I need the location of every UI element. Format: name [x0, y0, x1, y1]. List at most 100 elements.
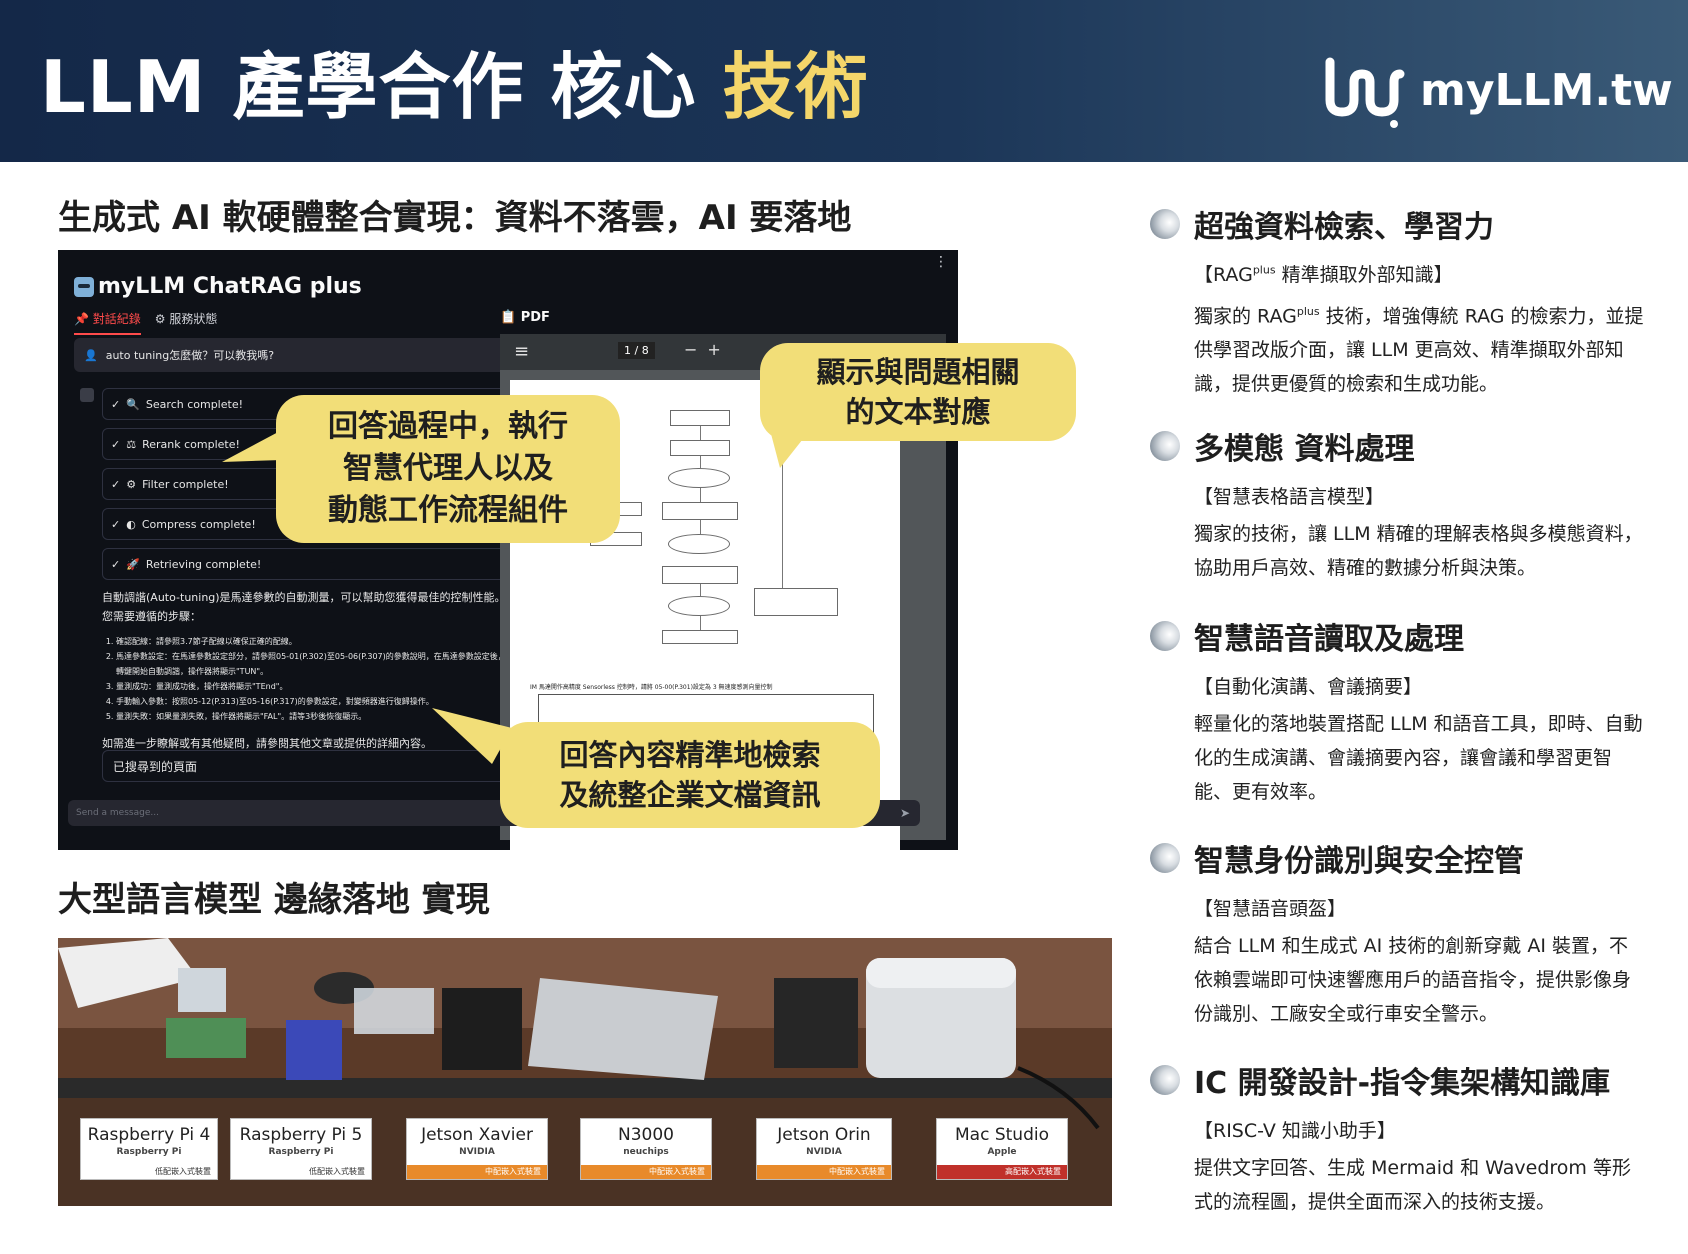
status-compress-text: Compress complete!: [141, 517, 256, 531]
user-message: 👤 auto tuning怎麼做？可以教我嗎?: [74, 338, 544, 372]
device-note: 中配嵌入式裝置: [581, 1165, 711, 1179]
title-accent: 技術: [722, 45, 869, 129]
feature-title: IC 開發設計-指令集架構知識庫: [1194, 1066, 1611, 1101]
feature-description: 結合 LLM 和生成式 AI 技術的創新穿戴 AI 裝置，不依賴雲端即可快速響應…: [1194, 935, 1632, 1025]
flow-decision: [668, 534, 730, 554]
feature-head: 智慧語音讀取及處理: [1150, 614, 1650, 658]
device-name: Jetson Xavier: [421, 1125, 533, 1145]
flow-box: [670, 440, 730, 456]
sphere-bullet-icon: [1150, 209, 1180, 239]
feature-description: 提供文字回答、生成 Mermaid 和 Wavedrom 等形式的流程圖，提供全…: [1194, 1157, 1631, 1213]
feature-rag-retrieval: 超強資料檢索、學習力 【RAGplus 精準擷取外部知識】 獨家的 RAGplu…: [1150, 202, 1650, 401]
page-title: LLM 產學合作 核心 技術: [40, 42, 869, 132]
sphere-bullet-icon: [1150, 621, 1180, 651]
flow-decision: [668, 596, 730, 616]
feature-subtitle: 【智慧語音頭盔】: [1194, 898, 1347, 920]
device-brand: NVIDIA: [806, 1147, 842, 1157]
feature-subtitle: 【自動化演講、會議摘要】: [1194, 676, 1423, 698]
feature-head: 超強資料檢索、學習力: [1150, 202, 1650, 246]
feature-head: 多模態 資料處理: [1150, 424, 1650, 468]
device-note: 高配嵌入式裝置: [937, 1165, 1067, 1179]
label-mac-studio: Mac Studio Apple 高配嵌入式裝置: [936, 1118, 1068, 1180]
flow-box: [662, 502, 738, 520]
filter-icon: ⚙: [126, 477, 137, 491]
rocket-icon: 🚀: [126, 557, 140, 571]
bot-avatar-icon: [80, 388, 94, 402]
more-menu-icon[interactable]: ⋮: [934, 254, 948, 270]
device-brand: neuchips: [623, 1147, 669, 1157]
feature-title: 智慧語音讀取及處理: [1194, 622, 1464, 657]
chat-input-placeholder: Send a message...: [76, 808, 159, 818]
callout-line: 動態工作流程組件: [328, 493, 568, 528]
found-pages-text: 已搜尋到的頁面: [113, 759, 198, 774]
callout-line: 顯示與問題相關: [816, 355, 1020, 389]
feature-head: IC 開發設計-指令集架構知識庫: [1150, 1058, 1650, 1102]
zoom-controls[interactable]: −+: [684, 340, 731, 359]
callout-line: 回答過程中，執行: [328, 409, 568, 444]
device-name: Raspberry Pi 4: [87, 1125, 211, 1145]
callout-line: 及統整企業文檔資訊: [559, 778, 821, 812]
callout-line: 的文本對應: [845, 395, 991, 429]
flow-box: [670, 410, 730, 426]
feature-description: 獨家的技術，讓 LLM 精確的理解表格與多模態資料，協助用戶高效、精確的數據分析…: [1194, 523, 1643, 579]
feature-description-pre: 獨家的 RAG: [1194, 305, 1297, 328]
feature-multimodal: 多模態 資料處理 【智慧表格語言模型】 獨家的技術，讓 LLM 精確的理解表格與…: [1150, 424, 1650, 585]
edge-hardware-photo: Raspberry Pi 4 Raspberry Pi 低配嵌入式裝置 Rasp…: [58, 938, 1112, 1206]
feature-description: 輕量化的落地裝置搭配 LLM 和語音工具，即時、自動化的生成演講、會議摘要內容，…: [1194, 713, 1643, 803]
check-icon: ✓: [111, 557, 121, 571]
device-note: 低配嵌入式裝置: [309, 1167, 365, 1176]
rerank-icon: ⚖: [126, 437, 137, 451]
flow-line: [700, 456, 701, 468]
feature-subtitle: 【RISC-V 知識小助手】: [1194, 1120, 1396, 1142]
device-brand: Raspberry Pi: [116, 1147, 182, 1157]
feature-subtitle-pre: 【RAG: [1194, 264, 1253, 286]
pdf-page-indicator[interactable]: 1 / 8: [618, 342, 655, 359]
title-main: LLM 產學合作 核心: [40, 45, 723, 129]
sphere-bullet-icon: [1150, 843, 1180, 873]
feature-title: 智慧身份識別與安全控管: [1194, 844, 1524, 879]
search-icon: 🔍: [126, 397, 140, 411]
device-brand: Apple: [987, 1147, 1017, 1157]
feature-description-sup: plus: [1296, 305, 1320, 318]
device-name: Jetson Orin: [777, 1125, 871, 1145]
brand-logo[interactable]: myLLM.tw: [1320, 50, 1673, 130]
check-icon: ✓: [111, 477, 121, 491]
sphere-bullet-icon: [1150, 431, 1180, 461]
section-title-genai: 生成式 AI 軟硬體整合實現：資料不落雲，AI 要落地: [58, 198, 852, 238]
answer-step: 手動輸入參數：按照05-12(P.313)至05-16(P.317)的參數設定，…: [116, 694, 542, 709]
feature-subtitle-sup: plus: [1252, 263, 1276, 277]
label-n3000: N3000 neuchips 中配嵌入式裝置: [580, 1118, 712, 1180]
app-tabs: 📌 對話紀錄 ⚙ 服務狀態: [74, 310, 217, 335]
pdf-label-text: PDF: [520, 310, 550, 325]
flow-line: [700, 426, 701, 440]
flow-line: [700, 520, 701, 534]
tab-service-status[interactable]: ⚙ 服務狀態: [155, 310, 218, 335]
flow-box: [662, 566, 738, 584]
device-brand: NVIDIA: [459, 1147, 495, 1157]
feature-subtitle-post: 精準擷取外部知識】: [1275, 264, 1453, 286]
tab-chat-history-label: 對話紀錄: [92, 312, 141, 326]
tab-service-status-label: 服務狀態: [169, 312, 218, 326]
status-retrieving[interactable]: ✓🚀Retrieving complete!⌄: [102, 548, 544, 580]
check-icon: ✓: [111, 437, 121, 451]
status-retrieving-text: Retrieving complete!: [145, 557, 262, 571]
send-icon[interactable]: ➤: [900, 806, 910, 820]
feature-subtitle: 【智慧表格語言模型】: [1194, 486, 1385, 508]
flow-line: [700, 488, 701, 502]
header-banner: LLM 產學合作 核心 技術 myLLM.tw: [0, 0, 1688, 162]
callout-precise-retrieval: 回答內容精準地檢索 及統整企業文檔資訊: [500, 722, 880, 828]
mylm-logo-icon: [1325, 57, 1405, 128]
callout-text-mapping: 顯示與問題相關 的文本對應: [760, 343, 1076, 441]
tab-chat-history[interactable]: 📌 對話紀錄: [74, 310, 141, 335]
feature-title: 多模態 資料處理: [1194, 432, 1415, 467]
flow-line: [700, 584, 701, 596]
flow-box: [662, 630, 738, 644]
device-note: 中配嵌入式裝置: [757, 1165, 891, 1179]
device-name: N3000: [618, 1125, 674, 1145]
hamburger-menu-icon[interactable]: ≡: [514, 341, 529, 362]
section-title-edge: 大型語言模型 邊緣落地 實現: [58, 880, 490, 920]
device-name: Mac Studio: [955, 1125, 1049, 1145]
check-icon: ✓: [111, 517, 121, 531]
answer-step: 馬達參數設定：在馬達參數設定部分，請參照05-01(P.302)至05-06(P…: [116, 649, 542, 679]
feature-description: 獨家的 RAGplus 技術，增強傳統 RAG 的檢索力，並提供學習改版介面，讓…: [1194, 295, 1644, 401]
